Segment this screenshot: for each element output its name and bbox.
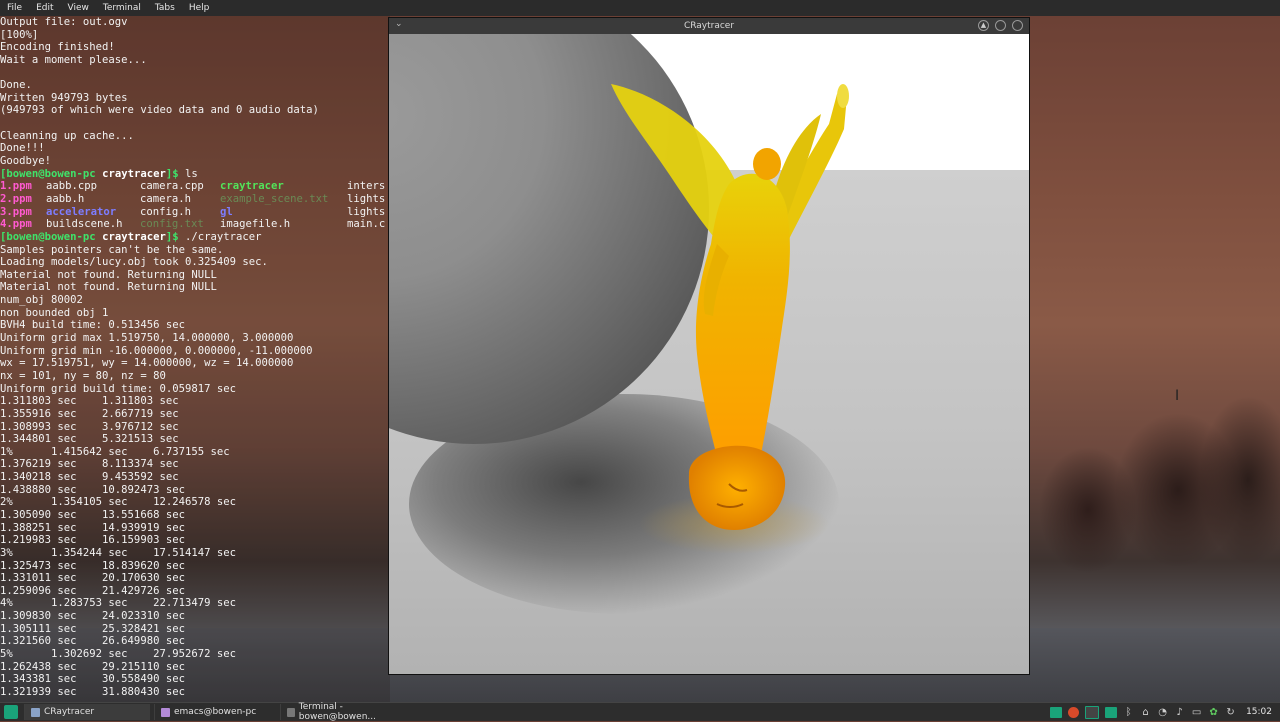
terminal-line: Uniform grid max 1.519750, 14.000000, 3.…	[0, 332, 294, 345]
browser-icon[interactable]	[1068, 706, 1080, 718]
emacs-icon	[161, 707, 170, 717]
terminal-line: 1.259096 sec 21.429726 sec	[0, 584, 185, 597]
terminal-line: 1.340218 sec 9.453592 sec	[0, 471, 179, 484]
menu-help[interactable]: Help	[182, 0, 217, 16]
close-icon[interactable]	[1012, 20, 1023, 31]
terminal-line: 1.219983 sec 16.159903 sec	[0, 534, 185, 547]
terminal-line: Encoding finished!	[0, 41, 115, 54]
terminal-line: 1.376219 sec 8.113374 sec	[0, 458, 179, 471]
terminal-line: 1.325473 sec 18.839620 sec	[0, 559, 185, 572]
shell-prompt: [bowen@bowen-pc craytracer]$ ls	[0, 167, 198, 180]
terminal-line: 1.331011 sec 20.170630 sec	[0, 572, 185, 585]
terminal-line: Uniform grid min -16.000000, 0.000000, -…	[0, 344, 313, 357]
terminal-line: 1.321939 sec 31.880430 sec	[0, 685, 185, 698]
settings-icon[interactable]: ✿	[1208, 707, 1219, 718]
menu-file[interactable]: File	[0, 0, 29, 16]
start-menu-icon[interactable]	[4, 705, 18, 719]
workspace-2-icon[interactable]	[1085, 705, 1100, 719]
terminal-line: non bounded obj 1	[0, 306, 109, 319]
terminal-line: num_obj 80002	[0, 294, 83, 307]
terminal-line: Output file: out.ogv	[0, 16, 128, 28]
menu-view[interactable]: View	[61, 0, 96, 16]
task-terminal[interactable]: Terminal - bowen@bowen...	[280, 702, 412, 722]
terminal-line: wx = 17.519751, wy = 14.000000, wz = 14.…	[0, 357, 294, 370]
terminal-line: 1.355916 sec 2.667719 sec	[0, 407, 179, 420]
taskbar: CRaytracer emacs@bowen-pc Terminal - bow…	[0, 702, 1280, 722]
terminal-line: 1.308993 sec 3.976712 sec	[0, 420, 179, 433]
menu-terminal[interactable]: Terminal	[96, 0, 148, 16]
terminal-line: BVH4 build time: 0.513456 sec	[0, 319, 185, 332]
terminal-line: Written 949793 bytes	[0, 91, 128, 104]
terminal-line: 1.305090 sec 13.551668 sec	[0, 508, 185, 521]
chevron-down-icon[interactable]: ⌄	[395, 19, 403, 29]
shell-prompt: [bowen@bowen-pc craytracer]$ ./craytrace…	[0, 230, 262, 243]
lucy-statue	[611, 84, 849, 554]
craytracer-window[interactable]: ⌄ CRaytracer ▲	[389, 18, 1029, 674]
window-title: CRaytracer	[683, 21, 735, 31]
terminal-line: Samples pointers can't be the same.	[0, 243, 224, 256]
terminal-line: Uniform grid build time: 0.059817 sec	[0, 382, 236, 395]
ls-row: 3.ppm accelerator config.h gl lights	[0, 205, 386, 218]
workspace-1-icon[interactable]	[1050, 706, 1063, 718]
terminal-line: Cleanning up cache...	[0, 129, 134, 142]
terminal-output[interactable]: Output file: out.ogv [100%] Encoding finis…	[0, 16, 390, 702]
terminal-line: 1.438880 sec 10.892473 sec	[0, 483, 185, 496]
terminal-line: 4% 1.283753 sec 22.713479 sec	[0, 597, 236, 610]
terminal-line: 1.309830 sec 24.023310 sec	[0, 610, 185, 623]
render-canvas	[389, 34, 1029, 674]
terminal-line: 1.262438 sec 29.215110 sec	[0, 660, 185, 673]
volume-icon[interactable]: ♪	[1174, 707, 1185, 718]
task-emacs[interactable]: emacs@bowen-pc	[154, 704, 280, 720]
bluetooth-icon[interactable]: ᛒ	[1123, 707, 1134, 718]
network-icon[interactable]: ⌂	[1140, 707, 1151, 718]
task-craytracer[interactable]: CRaytracer	[24, 704, 150, 720]
terminal-line: Material not found. Returning NULL	[0, 281, 217, 294]
terminal-line: Wait a moment please...	[0, 53, 147, 66]
terminal-line: Material not found. Returning NULL	[0, 268, 217, 281]
terminal-line: Goodbye!	[0, 155, 52, 168]
terminal-line: [100%]	[0, 28, 39, 41]
terminal-line: nx = 101, ny = 80, nz = 80	[0, 369, 166, 382]
battery-icon[interactable]: ▭	[1191, 707, 1202, 718]
minimize-icon[interactable]	[995, 20, 1006, 31]
ls-row: 4.ppm buildscene.h config.txt imagefile.h ma…	[0, 218, 386, 231]
update-icon[interactable]: ↻	[1225, 707, 1236, 718]
terminal-line: Loading models/lucy.obj took 0.325409 se…	[0, 256, 268, 269]
terminal-line: 2% 1.354105 sec 12.246578 sec	[0, 496, 236, 509]
terminal-line: 1.388251 sec 14.939919 sec	[0, 521, 185, 534]
terminal-line: 1.343381 sec 30.558490 sec	[0, 673, 185, 686]
background-trees	[1028, 360, 1280, 640]
wifi-icon[interactable]: ◔	[1157, 707, 1168, 718]
up-arrow-icon[interactable]: ▲	[978, 20, 989, 31]
window-icon	[31, 707, 40, 717]
terminal-line: 5% 1.302692 sec 27.952672 sec	[0, 648, 236, 661]
ls-row: 2.ppm aabb.h camera.h example_scene.txt ligh…	[0, 192, 386, 205]
terminal-icon	[287, 707, 295, 717]
menu-tabs[interactable]: Tabs	[148, 0, 182, 16]
menu-edit[interactable]: Edit	[29, 0, 60, 16]
terminal-line: 3% 1.354244 sec 17.514147 sec	[0, 546, 236, 559]
system-tray: ᛒ ⌂ ◔ ♪ ▭ ✿ ↻ 15:02	[1050, 703, 1280, 721]
terminal-line: 1% 1.415642 sec 6.737155 sec	[0, 445, 230, 458]
text-cursor-icon: I	[1175, 388, 1180, 404]
terminal-line: Done.	[0, 79, 32, 92]
terminal-line: (949793 of which were video data and 0 a…	[0, 104, 319, 117]
workspace-3-icon[interactable]	[1105, 706, 1118, 718]
terminal-line: 1.344801 sec 5.321513 sec	[0, 433, 179, 446]
terminal-line: Done!!!	[0, 142, 45, 155]
ls-row: 1.ppm aabb.cpp camera.cpp craytracer inters	[0, 180, 386, 193]
terminal-line: 1.321560 sec 26.649980 sec	[0, 635, 185, 648]
terminal-menubar: File Edit View Terminal Tabs Help	[0, 0, 1280, 16]
clock[interactable]: 15:02	[1246, 707, 1272, 717]
terminal-line: 1.305111 sec 25.328421 sec	[0, 622, 185, 635]
terminal-line: 1.311803 sec 1.311803 sec	[0, 395, 179, 408]
window-titlebar[interactable]: ⌄ CRaytracer ▲	[389, 18, 1029, 34]
